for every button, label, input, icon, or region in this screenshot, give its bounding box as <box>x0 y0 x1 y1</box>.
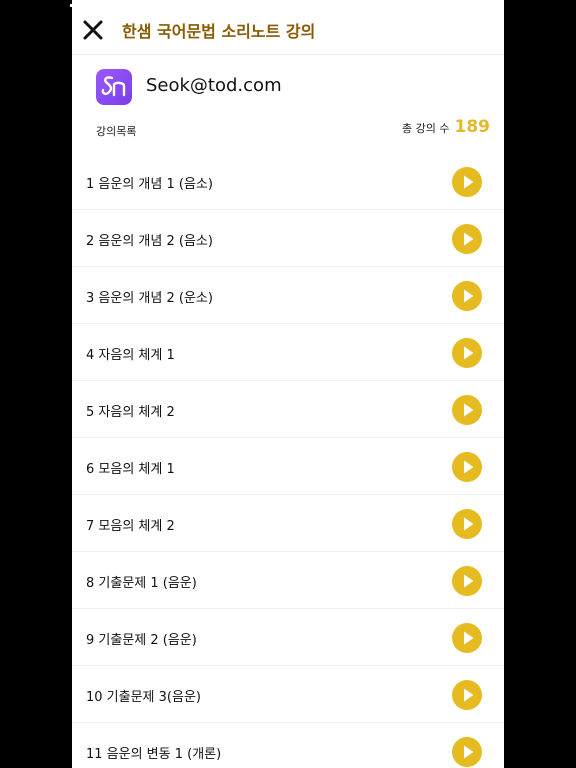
lecture-title: 4 자음의 체계 1 <box>86 348 175 363</box>
lecture-title: 6 모음의 체계 1 <box>86 462 175 477</box>
play-icon <box>464 289 474 303</box>
lecture-item[interactable]: 3 음운의 개념 2 (운소) <box>72 267 504 324</box>
total-lectures-count: 189 <box>454 117 491 137</box>
play-icon <box>464 517 474 531</box>
play-button[interactable] <box>452 509 482 539</box>
play-icon <box>464 346 474 360</box>
lecture-list: 1 음운의 개념 1 (음소) 2 음운의 개념 2 (음소) 3 음운의 개념… <box>72 153 504 768</box>
play-button[interactable] <box>452 452 482 482</box>
lecture-list-label: 강의목록 <box>96 125 137 138</box>
play-button[interactable] <box>452 737 482 767</box>
lecture-title: 3 음운의 개념 2 (운소) <box>86 291 213 306</box>
total-lectures: 총 강의 수 189 <box>402 117 490 137</box>
lecture-title: 11 음운의 변동 1 (개론) <box>86 747 222 762</box>
lecture-item[interactable]: 8 기출문제 1 (음운) <box>72 552 504 609</box>
lecture-title: 8 기출문제 1 (음운) <box>86 576 197 591</box>
lecture-title: 10 기출문제 3(음운) <box>86 690 201 705</box>
close-button[interactable] <box>80 17 106 43</box>
play-button[interactable] <box>452 224 482 254</box>
lecture-item[interactable]: 7 모음의 체계 2 <box>72 495 504 552</box>
play-icon <box>464 232 474 246</box>
play-button[interactable] <box>452 680 482 710</box>
account-section: Seok@tod.com <box>72 55 504 119</box>
lecture-panel: 한샘 국어문법 소리노트 강의 Seok@tod.com 강의목록 총 강의 수… <box>72 0 504 768</box>
play-button[interactable] <box>452 281 482 311</box>
lecture-item[interactable]: 2 음운의 개념 2 (음소) <box>72 210 504 267</box>
play-icon <box>464 745 474 759</box>
play-icon <box>464 460 474 474</box>
lecture-title: 9 기출문제 2 (음운) <box>86 633 197 648</box>
play-icon <box>464 688 474 702</box>
lecture-item[interactable]: 6 모음의 체계 1 <box>72 438 504 495</box>
close-icon <box>83 20 103 40</box>
lecture-title: 1 음운의 개념 1 (음소) <box>86 177 213 192</box>
list-summary: 강의목록 총 강의 수 189 <box>72 117 504 149</box>
page-title: 한샘 국어문법 소리노트 강의 <box>122 22 316 41</box>
play-button[interactable] <box>452 623 482 653</box>
lecture-title: 7 모음의 체계 2 <box>86 519 175 534</box>
play-button[interactable] <box>452 395 482 425</box>
lecture-item[interactable]: 5 자음의 체계 2 <box>72 381 504 438</box>
lecture-item[interactable]: 1 음운의 개념 1 (음소) <box>72 153 504 210</box>
lecture-item[interactable]: 9 기출문제 2 (음운) <box>72 609 504 666</box>
lecture-title: 2 음운의 개념 2 (음소) <box>86 234 213 249</box>
account-email: Seok@tod.com <box>146 75 282 96</box>
play-button[interactable] <box>452 167 482 197</box>
play-icon <box>464 574 474 588</box>
play-button[interactable] <box>452 338 482 368</box>
play-icon <box>464 403 474 417</box>
play-icon <box>464 175 474 189</box>
play-button[interactable] <box>452 566 482 596</box>
header-bar: 한샘 국어문법 소리노트 강의 <box>72 0 504 55</box>
lecture-item[interactable]: 4 자음의 체계 1 <box>72 324 504 381</box>
total-lectures-label: 총 강의 수 <box>402 122 450 135</box>
play-icon <box>464 631 474 645</box>
lecture-title: 5 자음의 체계 2 <box>86 405 175 420</box>
lecture-item[interactable]: 10 기출문제 3(음운) <box>72 666 504 723</box>
app-logo-icon <box>96 69 132 105</box>
lecture-item[interactable]: 11 음운의 변동 1 (개론) <box>72 723 504 768</box>
